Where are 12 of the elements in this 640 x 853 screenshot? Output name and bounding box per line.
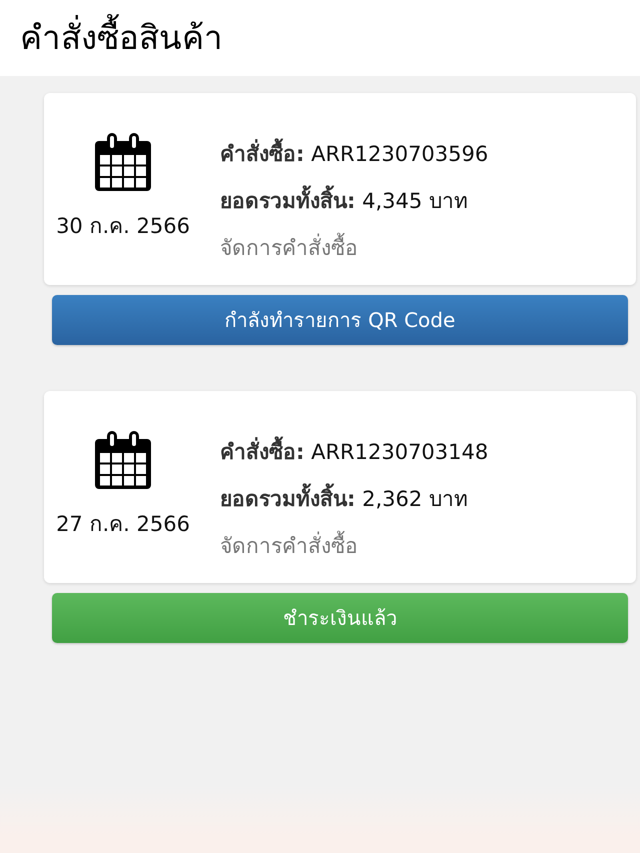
calendar-icon — [95, 431, 151, 489]
order-total: ยอดรวมทั้งสิ้น: 4,345 บาท — [220, 178, 468, 225]
calendar-icon — [95, 133, 151, 191]
order-number: คำสั่งซื้อ: ARR1230703148 — [220, 429, 488, 476]
order-date: 27 ก.ค. 2566 — [56, 511, 190, 538]
order-date: 30 ก.ค. 2566 — [56, 213, 190, 240]
manage-order-link[interactable]: จัดการคำสั่งซื้อ — [220, 225, 358, 272]
order-status-button[interactable]: กำลังทำรายการ QR Code — [52, 295, 628, 345]
order-number: คำสั่งซื้อ: ARR1230703596 — [220, 131, 488, 178]
manage-order-link[interactable]: จัดการคำสั่งซื้อ — [220, 523, 358, 570]
order-status-button[interactable]: ชำระเงินแล้ว — [52, 593, 628, 643]
order-total: ยอดรวมทั้งสิ้น: 2,362 บาท — [220, 476, 468, 523]
